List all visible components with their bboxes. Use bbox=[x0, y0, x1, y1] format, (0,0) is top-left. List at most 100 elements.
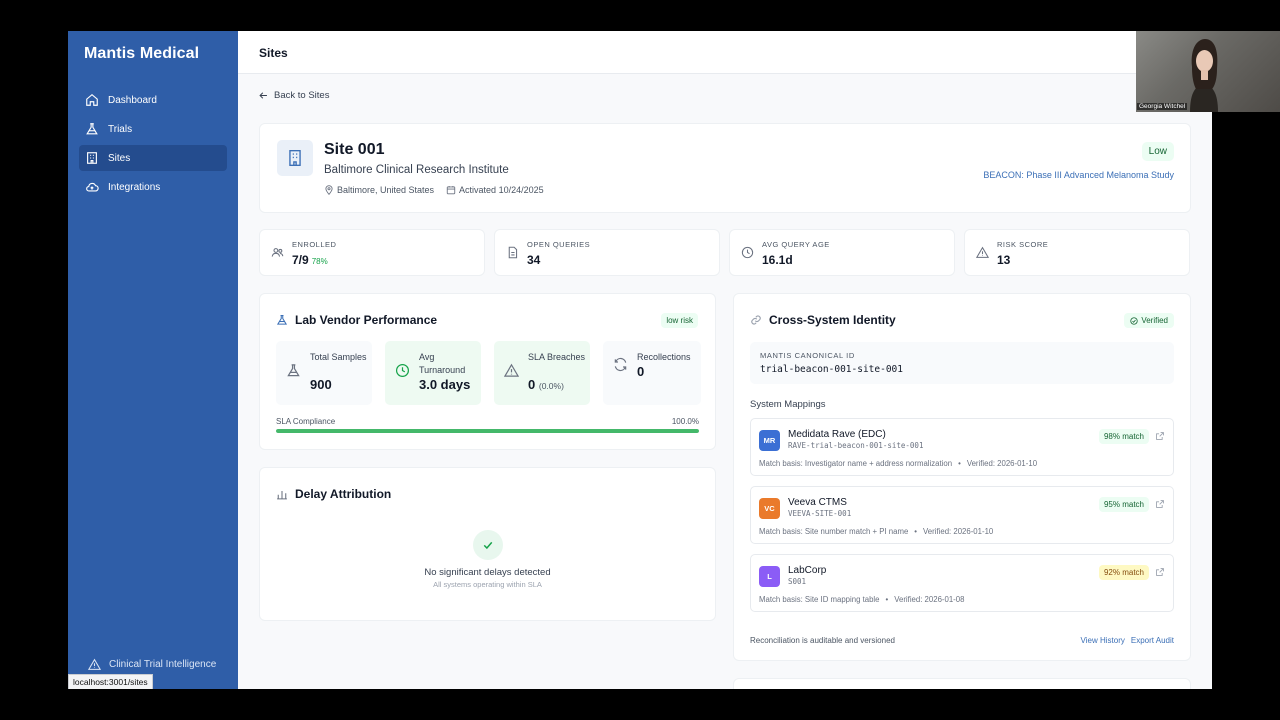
mapping-labcorp: L LabCorp S001 92% match Match basis: Si… bbox=[750, 554, 1174, 612]
metric-avg-turnaround: Avg Turnaround 3.0 days bbox=[385, 341, 481, 405]
export-audit-link[interactable]: Export Audit bbox=[1131, 636, 1174, 645]
study-link[interactable]: BEACON: Phase III Advanced Melanoma Stud… bbox=[983, 170, 1174, 180]
home-icon bbox=[86, 94, 98, 106]
next-card-partial bbox=[733, 678, 1191, 689]
sidebar: Mantis Medical Dashboard Trials Sites In… bbox=[68, 31, 238, 689]
delay-message: No significant delays detected bbox=[424, 567, 551, 578]
match-badge: 92% match bbox=[1098, 565, 1149, 580]
stat-card-risk-score: RISK SCORE 13 bbox=[964, 229, 1190, 276]
risk-badge: low risk bbox=[661, 313, 698, 328]
system-code: VEEVA-SITE-001 bbox=[788, 509, 852, 518]
sidebar-item-label: Dashboard bbox=[108, 94, 157, 106]
stat-card-open-queries: OPEN QUERIES 34 bbox=[494, 229, 720, 276]
site-activated: Activated 10/24/2025 bbox=[459, 185, 544, 195]
bar-chart-icon bbox=[277, 491, 287, 500]
top-bar: Sites bbox=[238, 31, 1212, 74]
check-circle bbox=[473, 530, 503, 560]
warning-icon bbox=[88, 658, 101, 670]
stat-card-enrolled: ENROLLED 7/9 78% bbox=[259, 229, 485, 276]
site-location: Baltimore, United States bbox=[337, 185, 435, 195]
system-name: Veeva CTMS bbox=[788, 497, 847, 508]
site-title: Site 001 bbox=[324, 141, 385, 158]
cross-system-identity-card: Cross-System Identity Verified MANTIS CA… bbox=[733, 293, 1191, 661]
metric-recollections: Recollections 0 bbox=[603, 341, 701, 405]
metric-total-samples: Total Samples 900 bbox=[276, 341, 372, 405]
site-meta: Baltimore, United States Activated 10/24… bbox=[324, 185, 544, 195]
match-basis: Match basis: Site ID mapping table • Verif… bbox=[759, 595, 965, 604]
match-badge: 98% match bbox=[1098, 429, 1149, 444]
building-icon bbox=[289, 150, 301, 166]
stat-card-avg-query-age: AVG QUERY AGE 16.1d bbox=[729, 229, 955, 276]
metric-sla-breaches: SLA Breaches 0 (0.0%) bbox=[494, 341, 590, 405]
map-pin-icon bbox=[325, 185, 333, 195]
view-history-link[interactable]: View History bbox=[1081, 636, 1125, 645]
sla-value: 100.0% bbox=[671, 417, 699, 426]
reconciliation-note: Reconciliation is auditable and versione… bbox=[750, 636, 895, 645]
canonical-id-label: MANTIS CANONICAL ID bbox=[760, 351, 855, 360]
sla-progress-bar bbox=[276, 429, 699, 433]
external-link-icon[interactable] bbox=[1155, 499, 1165, 509]
system-mappings-title: System Mappings bbox=[750, 399, 826, 410]
check-circle-icon bbox=[1130, 316, 1138, 325]
external-link-icon[interactable] bbox=[1155, 567, 1165, 577]
calendar-icon bbox=[446, 185, 456, 195]
page-title: Sites bbox=[259, 46, 288, 60]
system-code: S001 bbox=[788, 577, 807, 586]
arrow-left-icon bbox=[259, 92, 267, 99]
mapping-medidata: MR Medidata Rave (EDC) RAVE-trial-beacon… bbox=[750, 418, 1174, 476]
card-title: Cross-System Identity bbox=[769, 313, 896, 327]
system-name: Medidata Rave (EDC) bbox=[788, 429, 886, 440]
building-icon bbox=[87, 152, 97, 164]
video-call-thumbnail[interactable]: Georgia Witchel bbox=[1136, 31, 1280, 112]
back-to-sites-link[interactable]: Back to Sites bbox=[258, 90, 329, 101]
match-basis: Match basis: Investigator name + address… bbox=[759, 459, 1038, 468]
site-name: Baltimore Clinical Research Institute bbox=[324, 164, 509, 176]
system-avatar: MR bbox=[759, 430, 780, 451]
sidebar-item-label: Trials bbox=[108, 123, 133, 135]
users-icon bbox=[271, 248, 284, 257]
participant-video bbox=[1190, 39, 1218, 112]
sidebar-footer: Clinical Trial Intelligence bbox=[88, 658, 216, 671]
flask-icon bbox=[287, 364, 300, 377]
canonical-id-box: MANTIS CANONICAL ID trial-beacon-001-sit… bbox=[750, 342, 1174, 384]
app-window: Mantis Medical Dashboard Trials Sites In… bbox=[68, 31, 1212, 689]
sidebar-item-label: Integrations bbox=[108, 181, 161, 193]
match-badge: 95% match bbox=[1098, 497, 1149, 512]
check-icon bbox=[483, 541, 493, 550]
clock-icon bbox=[395, 363, 410, 378]
status-bar-url: localhost:3001/sites bbox=[68, 674, 153, 689]
sidebar-item-dashboard[interactable]: Dashboard bbox=[79, 87, 227, 113]
delay-attribution-card: Delay Attribution No significant delays … bbox=[259, 467, 716, 621]
sidebar-item-sites[interactable]: Sites bbox=[79, 145, 227, 171]
warning-icon bbox=[504, 363, 519, 377]
clock-icon bbox=[741, 246, 754, 259]
brand-logo: Mantis Medical bbox=[84, 45, 200, 62]
system-avatar: L bbox=[759, 566, 780, 587]
sla-compliance: SLA Compliance 100.0% bbox=[276, 417, 699, 433]
refresh-icon bbox=[614, 357, 627, 372]
system-avatar: VC bbox=[759, 498, 780, 519]
sidebar-item-label: Sites bbox=[108, 152, 131, 164]
verified-badge: Verified bbox=[1124, 313, 1174, 328]
warning-icon bbox=[976, 246, 989, 258]
sidebar-item-trials[interactable]: Trials bbox=[79, 116, 227, 142]
link-icon bbox=[751, 315, 761, 325]
reconciliation-links: View History Export Audit bbox=[1075, 636, 1174, 645]
sla-progress-fill bbox=[276, 429, 699, 433]
sidebar-item-integrations[interactable]: Integrations bbox=[79, 174, 227, 200]
system-name: LabCorp bbox=[788, 565, 827, 576]
card-title: Delay Attribution bbox=[295, 487, 392, 501]
external-link-icon[interactable] bbox=[1155, 431, 1165, 441]
lab-vendor-card: Lab Vendor Performance low risk Total Sa… bbox=[259, 293, 716, 450]
system-code: RAVE-trial-beacon-001-site-001 bbox=[788, 441, 924, 450]
risk-level-badge: Low bbox=[1141, 142, 1174, 161]
canonical-id-value: trial-beacon-001-site-001 bbox=[760, 364, 903, 375]
card-title: Lab Vendor Performance bbox=[295, 313, 438, 327]
mapping-veeva: VC Veeva CTMS VEEVA-SITE-001 95% match M… bbox=[750, 486, 1174, 544]
site-icon-box bbox=[277, 140, 313, 176]
participant-name: Georgia Witchel bbox=[1137, 103, 1188, 110]
delay-submessage: All systems operating within SLA bbox=[433, 580, 542, 589]
flask-icon bbox=[86, 123, 98, 135]
flask-icon bbox=[276, 314, 288, 325]
site-header-card: Site 001 Baltimore Clinical Research Ins… bbox=[259, 123, 1191, 213]
